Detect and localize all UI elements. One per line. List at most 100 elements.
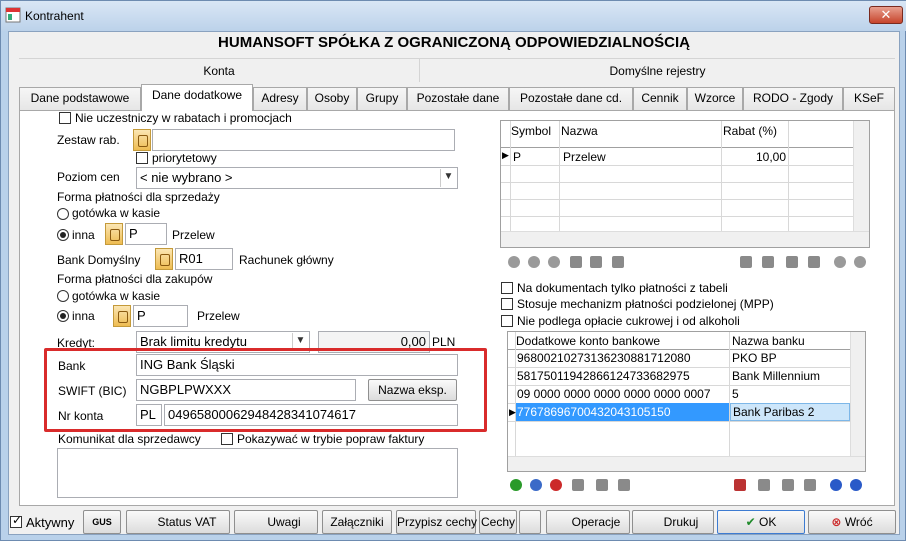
poziom-cen-combo[interactable]: < nie wybrano > ▼ [136,167,458,189]
grid-icon[interactable] [572,479,584,491]
layers-icon[interactable] [808,256,820,268]
save-icon[interactable] [786,256,798,268]
rabaty-row-nazwa[interactable]: Przelew [563,150,606,164]
rabaty-header-nazwa[interactable]: Nazwa [561,124,598,138]
konta-row-bank[interactable]: PKO BP [732,351,777,365]
komunikat-textarea[interactable] [57,448,458,498]
wroc-button[interactable]: ⊗ Wróć [808,510,896,534]
group-header-konta[interactable]: Konta [19,58,419,82]
tab-cennik[interactable]: Cennik [633,87,687,110]
tab-pozostale-dane-cd[interactable]: Pozostałe dane cd. [509,87,633,110]
zestaw-rab-input[interactable] [152,129,455,151]
filter-icon[interactable] [612,256,624,268]
forma-sprzedazy-picker-icon[interactable] [105,223,123,245]
delete-icon[interactable] [548,256,560,268]
operacje-label: Operacje [571,515,621,529]
rabaty-header-symbol[interactable]: Symbol [511,124,551,138]
gotowka-sprzedaz-label: gotówka w kasie [72,206,161,220]
nav-first-icon[interactable] [508,256,520,268]
zestaw-rab-picker-icon[interactable] [133,129,151,151]
chevron-down-icon[interactable]: ▼ [440,169,456,187]
konta-row-konto[interactable]: 96800210273136230881712080 [517,351,691,365]
print-icon[interactable] [740,256,752,268]
drukuj-button[interactable]: Drukuj [632,510,714,534]
bank-domyslny-code-input[interactable]: R01 [175,248,233,270]
operacje-button[interactable]: Operacje [546,510,630,534]
konta-hscroll[interactable] [508,456,865,471]
aktywny-label: Aktywny [26,515,75,530]
gus-button[interactable]: GUS [83,510,121,534]
gotowka-sprzedaz-radio[interactable] [57,208,69,220]
cukrowej-checkbox[interactable] [501,315,513,327]
konta-row-bank-selected[interactable]: Bank Paribas 2 [730,403,850,421]
tab-wzorce[interactable]: Wzorce [687,87,743,110]
search-icon[interactable] [528,256,540,268]
rabaty-header-rabat[interactable]: Rabat (%) [723,124,777,138]
konta-row-konto-selected[interactable]: 77678696700432043105150 [516,403,729,421]
tylko-tabeli-checkbox[interactable] [501,282,513,294]
konta-header-konto[interactable]: Dodatkowe konto bankowe [516,334,660,348]
tab-adresy[interactable]: Adresy [253,87,307,110]
next-icon[interactable] [850,479,862,491]
tab-ksef[interactable]: KSeF [843,87,895,110]
add-icon[interactable] [510,479,522,491]
tab-dane-dodatkowe[interactable]: Dane dodatkowe [141,84,253,111]
group-header-rejestry[interactable]: Domyślne rejestry [419,58,895,82]
rabaty-grid[interactable]: Symbol Nazwa Rabat (%) ▶ P Przelew 10,00 [500,120,870,248]
tab-pozostale-dane[interactable]: Pozostałe dane [407,87,509,110]
copy-icon[interactable] [758,479,770,491]
mpp-checkbox[interactable] [501,298,513,310]
rabaty-hscroll[interactable] [501,231,869,247]
wroc-label: Wróć [844,515,873,529]
konta-grid[interactable]: Dodatkowe konto bankowe Nazwa banku 9680… [507,331,866,472]
status-vat-button[interactable]: Status VAT [126,510,230,534]
forma-zakupow-code-input[interactable]: P [133,305,188,327]
title-bar[interactable]: Kontrahent ✕ [1,1,906,31]
inna-zakupy-radio[interactable] [57,310,69,322]
next-icon[interactable] [854,256,866,268]
priorytetowy-label: priorytetowy [152,151,217,165]
prev-icon[interactable] [834,256,846,268]
copy-icon[interactable] [762,256,774,268]
nie-uczestniczy-checkbox[interactable] [59,112,71,124]
edit-icon[interactable] [618,479,630,491]
tab-rodo-zgody[interactable]: RODO - Zgody [743,87,843,110]
delete-icon[interactable] [550,479,562,491]
prev-icon[interactable] [830,479,842,491]
rabaty-vscroll[interactable] [853,121,869,231]
forma-zakupow-picker-icon[interactable] [113,305,131,327]
zalaczniki-button[interactable]: Załączniki [322,510,392,534]
search-icon[interactable] [530,479,542,491]
konta-header-bank[interactable]: Nazwa banku [732,334,805,348]
rabaty-row-symbol[interactable]: P [513,150,521,164]
konta-vscroll[interactable] [850,332,865,456]
konta-row-konto[interactable]: 09 0000 0000 0000 0000 0000 0007 [517,387,711,401]
bank-domyslny-picker-icon[interactable] [155,248,173,270]
tab-grupy[interactable]: Grupy [357,87,407,110]
priorytetowy-checkbox[interactable] [136,152,148,164]
konta-row-konto[interactable]: 58175011942866124733682975 [517,369,690,383]
save-icon[interactable] [782,479,794,491]
inna-sprzedaz-radio[interactable] [57,229,69,241]
layers-icon[interactable] [804,479,816,491]
forma-sprzedazy-code-input[interactable]: P [125,223,167,245]
tab-dane-podstawowe[interactable]: Dane podstawowe [19,87,141,110]
cechy-filter-icon[interactable] [519,510,541,534]
ok-button[interactable]: ✔ OK [717,510,805,534]
pokazywac-checkbox[interactable] [221,433,233,445]
tab-osoby[interactable]: Osoby [307,87,357,110]
cechy-button[interactable]: Cechy [479,510,517,534]
uwagi-button[interactable]: Uwagi [234,510,318,534]
konta-row-bank[interactable]: 5 [732,387,739,401]
ok-label: OK [759,515,777,529]
rabaty-row-rabat[interactable]: 10,00 [723,150,786,164]
close-button[interactable]: ✕ [869,6,903,24]
grid-icon[interactable] [570,256,582,268]
gotowka-zakupy-radio[interactable] [57,290,69,302]
aktywny-checkbox[interactable]: ✓ [10,513,22,528]
przypisz-cechy-button[interactable]: Przypisz cechy [396,510,477,534]
export-icon[interactable] [590,256,602,268]
konta-row-bank[interactable]: Bank Millennium [732,369,820,383]
print-icon[interactable] [734,479,746,491]
filter-icon[interactable] [596,479,608,491]
